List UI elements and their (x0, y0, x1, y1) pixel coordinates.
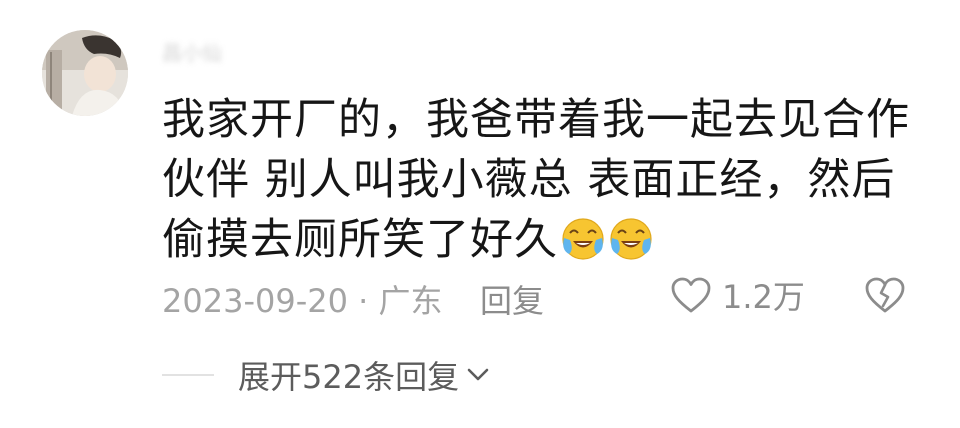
divider (162, 374, 214, 376)
expand-replies-label: 展开522条回复 (238, 358, 460, 396)
expand-replies-row: 展开522条回复 (162, 348, 662, 398)
like-count: 1.2万 (722, 278, 805, 316)
comment-body: 我家开厂的，我爸带着我一起去见合作伙伴 别人叫我小薇总 表面正经，然后偷摸去厕所… (162, 95, 910, 265)
like-button[interactable]: 1.2万 (670, 272, 805, 318)
comment-text: 我家开厂的，我爸带着我一起去见合作伙伴 别人叫我小薇总 表面正经，然后偷摸去厕所… (162, 90, 922, 270)
broken-heart-icon (865, 277, 905, 313)
comment-meta: 2023-09-20 · 广东 回复 1.2万 (162, 270, 922, 320)
reply-button[interactable]: 回复 (480, 276, 544, 322)
username[interactable]: 昌小仙 (162, 38, 322, 68)
comment-card: 昌小仙 我家开厂的，我爸带着我一起去见合作伙伴 别人叫我小薇总 表面正经，然后偷… (0, 0, 960, 428)
heart-outline-icon (671, 277, 711, 313)
dislike-button[interactable] (862, 272, 908, 318)
timestamp-location: 2023-09-20 · 广东 (162, 282, 443, 320)
laugh-cry-emoji-icon (610, 218, 652, 260)
chevron-down-icon (467, 368, 489, 381)
laugh-cry-emoji-icon (562, 218, 604, 260)
expand-replies-button[interactable]: 展开522条回复 (238, 352, 489, 398)
avatar-image (42, 30, 128, 116)
avatar[interactable] (42, 30, 128, 116)
